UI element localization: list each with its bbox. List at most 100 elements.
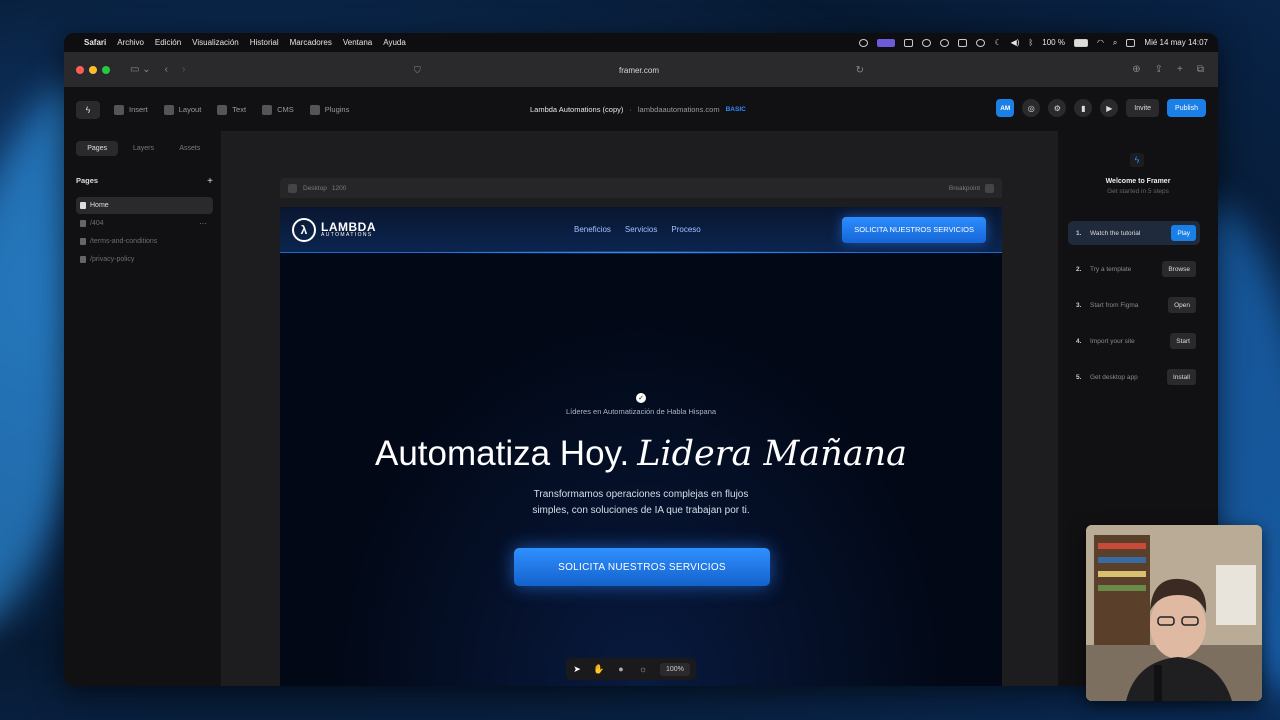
volume-icon[interactable]: ◀) — [1011, 38, 1020, 47]
privacy-shield-icon[interactable]: ⛉ — [414, 65, 421, 76]
step-item[interactable]: 4. Import your site Start — [1068, 329, 1200, 353]
page-item-terms[interactable]: /terms-and-conditions — [76, 233, 213, 250]
left-panel: Pages Layers Assets Pages + Home /404 ···… — [64, 131, 222, 686]
zoom-select[interactable]: 100% — [660, 662, 690, 676]
status-app-icon[interactable] — [904, 38, 914, 47]
page-item-404[interactable]: /404 ··· — [76, 215, 213, 232]
project-domain[interactable]: lambdaautomations.com — [638, 105, 720, 114]
text-button[interactable]: Text — [217, 104, 246, 115]
hand-icon[interactable]: ✋ — [593, 664, 604, 674]
step-label: Start from Figma — [1090, 301, 1139, 309]
step-item[interactable]: 2. Try a template Browse — [1068, 257, 1200, 281]
status-app-icon[interactable] — [859, 38, 869, 47]
status-app-icon[interactable] — [976, 38, 986, 47]
minimize-button[interactable] — [89, 65, 97, 74]
import-site-button[interactable]: Start — [1170, 333, 1196, 349]
play-tutorial-button[interactable]: Play — [1171, 225, 1196, 241]
close-button[interactable] — [76, 65, 84, 74]
nav-link-servicios[interactable]: Servicios — [625, 225, 657, 234]
tab-pages[interactable]: Pages — [76, 141, 119, 156]
page-icon — [80, 256, 86, 263]
framer-menu-button[interactable]: ϟ — [76, 100, 100, 119]
menu-item-visualizacion[interactable]: Visualización — [192, 38, 239, 47]
cursor-icon[interactable]: ➤ — [572, 664, 582, 674]
site-preview-frame[interactable]: λ LAMBDA AUTOMATIONS Beneficios Servicio… — [280, 207, 1002, 686]
more-options-icon[interactable]: ··· — [199, 219, 207, 228]
hero-section: ✓ Líderes en Automatización de Habla His… — [280, 253, 1002, 686]
menu-item-ventana[interactable]: Ventana — [343, 38, 372, 47]
site-logo[interactable]: LAMBDA AUTOMATIONS — [321, 221, 376, 238]
nav-cta-button[interactable]: SOLICITA NUESTROS SERVICIOS — [842, 216, 986, 243]
page-item-home[interactable]: Home — [76, 197, 213, 214]
bluetooth-icon[interactable]: ᛒ — [1028, 38, 1033, 47]
layout-button[interactable]: Layout — [163, 104, 201, 115]
menu-app-name[interactable]: Safari — [84, 38, 106, 47]
menu-item-archivo[interactable]: Archivo — [117, 38, 144, 47]
plugins-label: Plugins — [324, 105, 350, 114]
comment-icon[interactable]: ● — [616, 664, 626, 674]
lambda-logo-icon[interactable]: λ — [292, 217, 316, 242]
add-page-icon[interactable]: + — [207, 176, 213, 187]
project-title[interactable]: Lambda Automations (copy) · lambdaautoma… — [530, 88, 746, 131]
globe-icon[interactable]: ◎ — [1022, 99, 1041, 117]
menu-item-ayuda[interactable]: Ayuda — [383, 38, 406, 47]
preview-play-icon[interactable] — [288, 183, 297, 193]
download-icon[interactable]: ⊕ — [1132, 64, 1140, 75]
gear-icon[interactable] — [940, 38, 950, 47]
plugins-button[interactable]: Plugins — [309, 104, 350, 115]
step-item[interactable]: 1. Watch the tutorial Play — [1068, 221, 1200, 245]
sun-icon[interactable]: ☼ — [638, 664, 648, 674]
menu-item-historial[interactable]: Historial — [250, 38, 279, 47]
step-item[interactable]: 3. Start from Figma Open — [1068, 293, 1200, 317]
cms-button[interactable]: CMS — [262, 104, 294, 115]
share-icon[interactable]: ⇪ — [1155, 64, 1163, 75]
gear-icon[interactable]: ⚙ — [1048, 99, 1067, 117]
hero-title-accent: Lidera Mañana — [637, 434, 907, 474]
battery-icon[interactable] — [1073, 38, 1088, 47]
menu-item-edicion[interactable]: Edición — [155, 38, 181, 47]
safari-right-actions: ⊕ ⇪ + ⧉ — [1132, 64, 1204, 75]
hero-subtitle-line: simples, con soluciones de IA que trabaj… — [532, 505, 750, 516]
menu-item-marcadores[interactable]: Marcadores — [290, 38, 332, 47]
reload-icon[interactable]: ↻ — [856, 65, 864, 76]
nav-link-beneficios[interactable]: Beneficios — [574, 225, 611, 234]
step-item[interactable]: 5. Get desktop app Install — [1068, 365, 1200, 389]
search-icon[interactable]: ⌕ — [1113, 38, 1117, 48]
status-app-icon[interactable] — [922, 38, 932, 47]
tab-layers[interactable]: Layers — [122, 141, 164, 156]
invite-button[interactable]: Invite — [1126, 99, 1160, 117]
breakpoint-label[interactable]: Desktop — [303, 185, 327, 192]
clock-datetime[interactable]: Mié 14 may 14:07 — [1144, 38, 1208, 47]
tab-assets[interactable]: Assets — [169, 141, 211, 156]
open-figma-button[interactable]: Open — [1168, 297, 1196, 313]
hero-cta-button[interactable]: SOLICITA NUESTROS SERVICIOS — [514, 548, 770, 586]
design-canvas[interactable]: Desktop 1200 Breakpoint λ LAMBDA AUTOMAT… — [222, 131, 1058, 686]
zoom-button[interactable] — [102, 65, 110, 74]
publish-button[interactable]: Publish — [1167, 99, 1206, 117]
framer-logo-icon: ϟ — [85, 104, 91, 115]
toolbar-right: AM ◎ ⚙ ▮ ▶ Invite Publish — [996, 99, 1206, 117]
plus-icon — [114, 104, 124, 115]
status-app-icon[interactable] — [958, 38, 968, 47]
browse-templates-button[interactable]: Browse — [1162, 261, 1196, 277]
sidebar-toggle-icon[interactable]: ▭ ⌄ — [130, 64, 151, 75]
address-bar[interactable]: ⛉ framer.com ↻ — [404, 60, 874, 80]
add-breakpoint-button[interactable]: Breakpoint — [949, 183, 994, 193]
battery-percent: 100 % — [1042, 38, 1065, 47]
tab-overview-icon[interactable]: ⧉ — [1197, 64, 1204, 75]
page-item-privacy[interactable]: /privacy-policy — [76, 251, 213, 268]
project-name: Lambda Automations (copy) — [530, 105, 624, 114]
new-tab-icon[interactable]: + — [1177, 64, 1183, 75]
insert-button[interactable]: Insert — [114, 104, 148, 115]
control-center-icon[interactable] — [1126, 38, 1136, 47]
moon-icon[interactable]: ☾ — [994, 38, 1001, 47]
wifi-icon[interactable]: ◠ — [1097, 38, 1104, 47]
back-arrow-icon[interactable]: ‹ — [165, 64, 168, 75]
screen-recording-icon[interactable] — [877, 38, 896, 47]
forward-arrow-icon[interactable]: › — [182, 64, 185, 75]
preview-play-icon[interactable]: ▶ — [1100, 99, 1119, 117]
analytics-icon[interactable]: ▮ — [1074, 99, 1093, 117]
nav-link-proceso[interactable]: Proceso — [671, 225, 700, 234]
install-app-button[interactable]: Install — [1167, 369, 1196, 385]
avatar[interactable]: AM — [996, 99, 1015, 117]
